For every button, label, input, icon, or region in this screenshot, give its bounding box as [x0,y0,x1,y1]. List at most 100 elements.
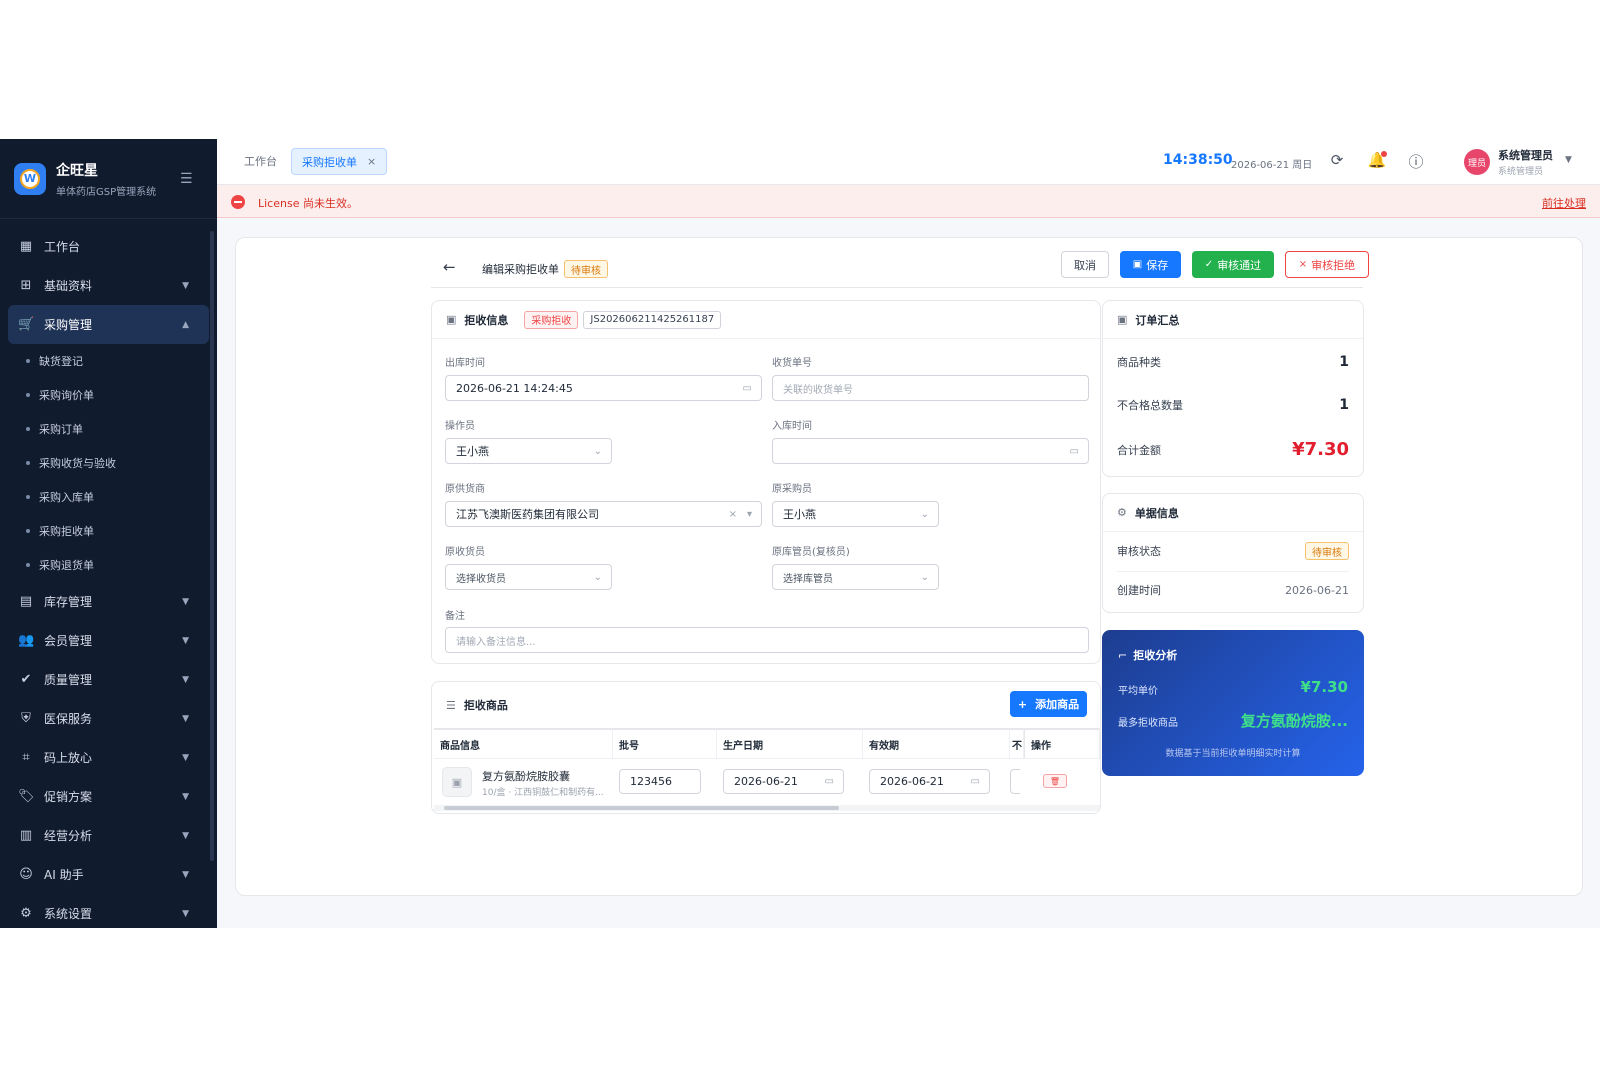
save-button[interactable]: ▣ 保存 [1120,251,1181,278]
sidebar-item-purchase[interactable]: 🛒 采购管理 ▲ [8,305,209,344]
supplier-value: 江苏飞澳斯医药集团有限公司 [456,508,599,521]
bell-icon[interactable]: 🔔 [1367,151,1387,171]
reject-analysis-card: ⌐ 拒收分析 平均单价 ¥7.30 最多拒收商品 复方氨酚烷胺... 数据基于当前… [1102,630,1364,776]
notification-dot [1381,151,1387,157]
panel-title: 拒收商品 [463,699,508,712]
sidebar-item-label: 医保服务 [44,712,93,726]
close-icon: × [1298,259,1308,270]
list-icon: ☰ [446,698,456,712]
sidebar-item-settings[interactable]: ⚙ 系统设置 ▼ [0,894,217,933]
chevron-up-icon: ▲ [182,319,189,330]
remark-textarea[interactable]: 请输入备注信息... [445,627,1089,653]
sidebar-item-analytics[interactable]: ▥ 经营分析 ▼ [0,816,217,855]
product-spec: 10/盒 · 江西铜鼓仁和制药有... [482,788,604,798]
error-icon [231,195,245,209]
tab-workbench[interactable]: 工作台 [244,153,277,169]
avg-price-value: ¥7.30 [1300,678,1348,696]
sidebar-item-label: 质量管理 [44,673,93,687]
sidebar-item-insurance[interactable]: ⛨ 医保服务 ▼ [0,699,217,738]
refresh-icon[interactable]: ⟳ [1327,151,1347,171]
brand: W 企旺星 单体药店GSP管理系统 ☰ [0,139,217,219]
order-number: JS202606211425261187 [583,310,722,329]
arrow-left-icon[interactable]: ← [443,258,456,276]
sidebar-subitem-receive[interactable]: 采购收货与验收 [0,446,217,480]
app-root: W 企旺星 单体药店GSP管理系统 ☰ ▦ 工作台 ⊞ 基础资料 ▼ 🛒 采购管理 ▲ 缺… [0,139,1600,928]
delete-row-button[interactable]: 🗑 [1043,774,1067,788]
keeper-select[interactable]: 选择库管员 ⌄ [772,564,939,590]
keeper-label: 原库管员(复核员) [772,547,850,558]
sidebar-scrollbar[interactable] [210,231,214,861]
table-scrollbar-thumb[interactable] [444,806,839,810]
panel-title: 订单汇总 [1135,313,1180,327]
chevron-down-icon: ▼ [182,280,189,291]
sidebar-subitem-reject[interactable]: 采购拒收单 [0,514,217,548]
close-icon[interactable]: × [367,155,376,168]
receiver-select[interactable]: 选择收货员 ⌄ [445,564,612,590]
analysis-title: ⌐ 拒收分析 [1118,647,1177,663]
main-area: 工作台 采购拒收单 × 14:38:50 2026-06-21 周日 ⟳ 🔔 ⓘ … [217,139,1600,928]
chevron-down-icon[interactable]: ▼ [1565,155,1572,165]
sidebar-item-label: 基础资料 [44,279,93,293]
operator-select[interactable]: 王小燕 ⌄ [445,438,612,464]
out-time-field[interactable]: 2026-06-21 14:24:45 ▭ [445,375,762,401]
cancel-button[interactable]: 取消 [1061,251,1109,278]
column-header: 有效期 [863,728,1010,758]
sidebar-subitem-stock-in[interactable]: 采购入库单 [0,480,217,514]
receiver-placeholder: 选择收货员 [456,573,506,585]
sidebar-item-basic-data[interactable]: ⊞ 基础资料 ▼ [0,266,217,305]
expiry-date-field[interactable]: 2026-06-21 ▭ [869,769,990,794]
brand-subtitle: 单体药店GSP管理系统 [56,186,157,198]
supplier-label: 原供货商 [445,484,485,495]
license-link[interactable]: 前往处理 [1542,195,1586,211]
bar-chart-icon: ▥ [19,828,33,843]
approve-label: 审核通过 [1217,258,1262,272]
buyer-select[interactable]: 王小燕 ⌄ [772,501,939,527]
receiver-label: 原收货员 [445,547,485,558]
sidebar: W 企旺星 单体药店GSP管理系统 ☰ ▦ 工作台 ⊞ 基础资料 ▼ 🛒 采购管理 ▲ 缺… [0,139,217,928]
sidebar-subitem-order[interactable]: 采购订单 [0,412,217,446]
sidebar-subitem-return[interactable]: 采购退货单 [0,548,217,582]
plus-icon: + [1017,697,1028,711]
batch-input[interactable]: 123456 [619,769,701,794]
sidebar-item-promotion[interactable]: 🏷 促销方案 ▼ [0,777,217,816]
document-info-header: ⚙ 单据信息 [1103,494,1363,532]
sidebar-subitem-label: 缺货登记 [39,355,83,368]
production-date-field[interactable]: 2026-06-21 ▭ [723,769,844,794]
help-icon[interactable]: ⓘ [1406,151,1426,171]
user-name[interactable]: 系统管理员 [1498,147,1553,163]
created-time-value: 2026-06-21 [1285,583,1349,597]
approve-button[interactable]: ✓ 审核通过 [1192,251,1274,278]
sidebar-item-label: AI 助手 [44,868,84,882]
supplier-select[interactable]: 江苏飞澳斯医药集团有限公司 × ▾ [445,501,762,527]
avatar[interactable]: 理员 [1464,149,1490,175]
receipt-no-input[interactable]: 关联的收货单号 [772,375,1089,401]
tab-label: 采购拒收单 [302,155,357,169]
collapse-sidebar-icon[interactable]: ☰ [180,171,193,187]
package-icon: ▣ [442,767,472,797]
sidebar-item-ai-assistant[interactable]: ☺ AI 助手 ▼ [0,855,217,894]
add-goods-button[interactable]: + 添加商品 [1010,691,1087,717]
table-scrollbar[interactable] [434,805,1100,811]
sidebar-subitem-shortage[interactable]: 缺货登记 [0,344,217,378]
summary-qty-value: 1 [1339,397,1349,413]
robot-icon: ☺ [19,867,33,882]
sidebar-item-inventory[interactable]: ▤ 库存管理 ▼ [0,582,217,621]
operator-label: 操作员 [445,421,475,432]
tab-reject-order[interactable]: 采购拒收单 × [291,148,388,175]
audit-status-row: 审核状态 待审核 [1117,542,1349,560]
clear-icon[interactable]: × [729,509,737,520]
chevron-down-icon: ⌄ [920,571,929,583]
sidebar-item-quality[interactable]: ✔ 质量管理 ▼ [0,660,217,699]
buyer-label: 原采购员 [772,484,812,495]
sidebar-item-trace-code[interactable]: ⌗ 码上放心 ▼ [0,738,217,777]
content-card: ← 编辑采购拒收单 待审核 取消 ▣ 保存 ✓ 审核通过 × 审核拒绝 ▣ 拒收信息 … [235,237,1583,896]
quantity-input[interactable] [1010,769,1020,794]
chevron-down-icon: ▼ [182,635,189,646]
sidebar-item-workbench[interactable]: ▦ 工作台 [0,227,217,266]
in-time-field[interactable]: ▭ [772,438,1089,464]
sidebar-subitem-inquiry[interactable]: 采购询价单 [0,378,217,412]
type-tag: 采购拒收 [524,310,579,329]
chevron-down-icon: ⌄ [593,571,602,583]
sidebar-item-members[interactable]: 👥 会员管理 ▼ [0,621,217,660]
reject-button[interactable]: × 审核拒绝 [1285,251,1369,278]
